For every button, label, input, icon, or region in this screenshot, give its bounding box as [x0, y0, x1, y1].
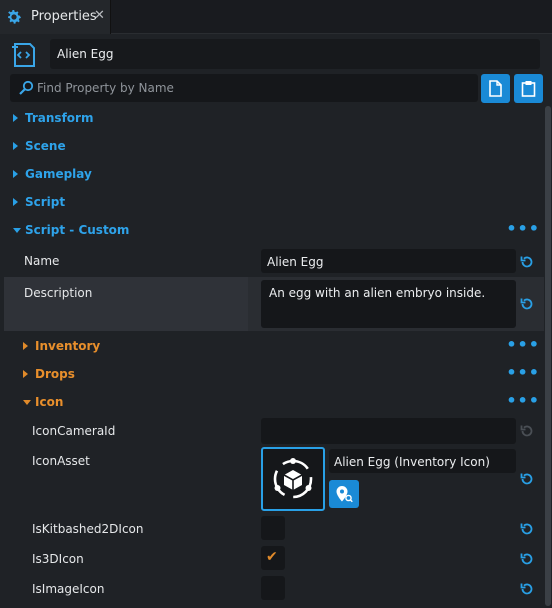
tab-title: Properties — [31, 9, 97, 24]
description-field[interactable]: An egg with an alien embryo inside. — [261, 280, 516, 328]
section-label: Scene — [25, 139, 66, 153]
description-value: An egg with an alien embryo inside. — [269, 286, 486, 300]
reset-icon — [520, 425, 533, 437]
scrollbar[interactable] — [545, 106, 551, 606]
collapse-arrow-icon — [23, 400, 31, 405]
object-name: Alien Egg — [57, 47, 114, 61]
prop-label: IconCameraId — [32, 424, 116, 438]
asset-cube-icon — [273, 458, 313, 499]
expand-arrow-icon — [13, 142, 18, 150]
prop-label: IsKitbashed2DIcon — [32, 522, 144, 536]
asset-thumbnail[interactable] — [261, 447, 325, 511]
prop-is-image-icon: IsImageIcon — [4, 574, 544, 604]
name-field[interactable]: Alien Egg — [261, 249, 516, 273]
script-icon — [12, 43, 35, 67]
tab-bar: Properties ✕ — [0, 0, 552, 34]
more-icon[interactable]: ••• — [506, 221, 540, 237]
subsection-drops[interactable]: Drops ••• — [14, 360, 544, 388]
is-image-icon-checkbox[interactable] — [261, 576, 285, 600]
section-label: Gameplay — [25, 167, 92, 181]
more-icon[interactable]: ••• — [506, 393, 540, 409]
section-gameplay[interactable]: Gameplay — [4, 160, 544, 188]
is-kitbashed-checkbox[interactable] — [261, 516, 285, 540]
section-label: Icon — [35, 395, 64, 409]
icon-camera-id-field[interactable] — [261, 418, 516, 444]
clipboard-button[interactable] — [514, 74, 543, 103]
section-transform[interactable]: Transform — [4, 104, 544, 132]
expand-arrow-icon — [23, 370, 28, 378]
close-icon[interactable]: ✕ — [94, 8, 105, 23]
reset-icon[interactable] — [519, 296, 535, 312]
prop-label: Name — [24, 254, 60, 268]
scrollbar-thumb[interactable] — [545, 106, 551, 606]
prop-label: IconAsset — [32, 454, 90, 468]
section-label: Transform — [25, 111, 94, 125]
collapse-arrow-icon — [13, 228, 21, 233]
locate-asset-button[interactable] — [329, 480, 359, 508]
prop-is-kitbashed: IsKitbashed2DIcon — [4, 514, 544, 544]
section-label: Script — [25, 195, 66, 209]
search-icon — [19, 80, 34, 95]
asset-name: Alien Egg (Inventory Icon) — [334, 455, 490, 469]
section-script[interactable]: Script — [4, 188, 544, 216]
prop-label: Description — [24, 286, 93, 300]
prop-icon-camera-id: IconCameraId — [4, 416, 544, 446]
expand-arrow-icon — [13, 170, 18, 178]
prop-name: Name Alien Egg — [4, 246, 544, 276]
more-icon[interactable]: ••• — [506, 337, 540, 353]
prop-is-3d-icon: Is3DIcon ✔ — [4, 544, 544, 574]
search-row: Find Property by Name — [0, 74, 552, 104]
expand-arrow-icon — [13, 198, 18, 206]
gear-icon — [8, 10, 22, 24]
prop-label: Is3DIcon — [32, 552, 84, 566]
clipboard-icon — [521, 81, 536, 97]
section-label: Inventory — [35, 339, 101, 353]
locate-asset-icon — [336, 486, 353, 503]
section-label: Script - Custom — [25, 223, 130, 237]
paste-button[interactable] — [481, 74, 510, 103]
asset-name-field[interactable]: Alien Egg (Inventory Icon) — [329, 449, 516, 473]
subsection-inventory[interactable]: Inventory ••• — [14, 332, 544, 360]
paste-icon — [489, 80, 502, 97]
tab-properties[interactable]: Properties ✕ — [0, 0, 111, 34]
reset-icon[interactable] — [519, 254, 535, 270]
reset-icon[interactable] — [519, 521, 535, 537]
search-placeholder: Find Property by Name — [37, 81, 174, 95]
object-name-field[interactable]: Alien Egg — [50, 39, 540, 69]
search-input[interactable]: Find Property by Name — [10, 74, 478, 102]
reset-icon[interactable] — [519, 471, 535, 487]
section-label: Drops — [35, 367, 75, 381]
prop-label: IsImageIcon — [32, 582, 105, 596]
subsection-icon[interactable]: Icon ••• — [14, 388, 544, 416]
expand-arrow-icon — [23, 342, 28, 350]
expand-arrow-icon — [13, 114, 18, 122]
object-header: Alien Egg — [0, 34, 552, 74]
reset-icon[interactable] — [519, 551, 535, 567]
prop-description: Description An egg with an alien embryo … — [4, 277, 544, 331]
prop-icon-asset: IconAsset Alien Egg (Inventory Icon) — [4, 446, 544, 514]
more-icon[interactable]: ••• — [506, 365, 540, 381]
reset-icon[interactable] — [519, 581, 535, 597]
check-icon: ✔ — [266, 549, 278, 565]
name-value: Alien Egg — [267, 255, 324, 269]
section-script-custom[interactable]: Script - Custom ••• — [4, 216, 544, 244]
section-scene[interactable]: Scene — [4, 132, 544, 160]
is-3d-icon-checkbox[interactable]: ✔ — [261, 546, 285, 570]
